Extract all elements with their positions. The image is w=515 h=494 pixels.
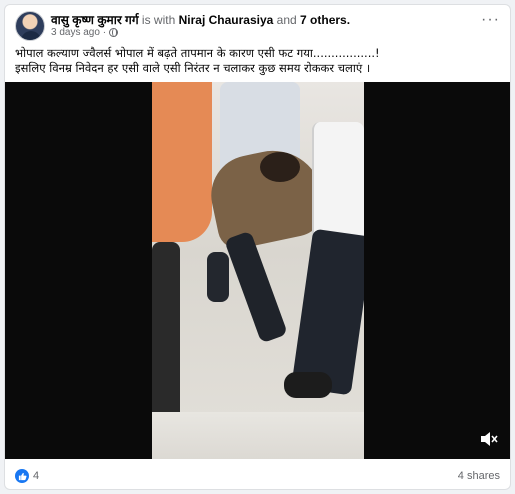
video-frame: [152, 82, 364, 459]
scene-figure: [152, 412, 364, 459]
tagged-person[interactable]: Niraj Chaurasiya: [179, 13, 274, 27]
post-footer: 4 4 shares: [5, 461, 510, 489]
caption-line: भोपाल कल्याण ज्वैलर्स भोपाल में बढ़ते ता…: [15, 46, 380, 60]
others-link[interactable]: 7 others.: [300, 13, 350, 27]
mute-button[interactable]: [480, 431, 498, 447]
scene-figure: [152, 82, 212, 242]
scene-figure: [284, 372, 332, 398]
video-player[interactable]: [5, 82, 510, 459]
scene-figure: [224, 230, 288, 344]
speaker-muted-icon: [481, 432, 498, 446]
scene-figure: [207, 252, 229, 302]
post-meta: 3 days ago ·: [51, 27, 119, 38]
with-text: is with: [141, 13, 176, 27]
scene-figure: [260, 152, 300, 182]
share-count[interactable]: 4 shares: [458, 470, 500, 482]
scene-figure: [291, 228, 364, 396]
author-avatar[interactable]: [15, 11, 45, 41]
reaction-count[interactable]: 4: [33, 470, 39, 482]
like-reaction-icon[interactable]: [15, 469, 29, 483]
thumbs-up-icon: [18, 472, 27, 480]
caption-line: इसलिए विनम्र निवेदन हर एसी वाले एसी निरं…: [15, 61, 371, 75]
and-text: and: [276, 13, 297, 27]
post-header: वासु कृष्ण कुमार गर्ग is with Niraj Chau…: [5, 5, 510, 45]
post-caption: भोपाल कल्याण ज्वैलर्स भोपाल में बढ़ते ता…: [15, 46, 505, 76]
author-name[interactable]: वासु कृष्ण कुमार गर्ग: [51, 13, 139, 27]
public-globe-icon: [109, 28, 119, 37]
more-options-button[interactable]: ···: [481, 11, 500, 29]
post-time[interactable]: 3 days ago ·: [51, 27, 106, 38]
post-attribution: वासु कृष्ण कुमार गर्ग is with Niraj Chau…: [51, 11, 350, 28]
facebook-post: वासु कृष्ण कुमार गर्ग is with Niraj Chau…: [4, 4, 511, 490]
